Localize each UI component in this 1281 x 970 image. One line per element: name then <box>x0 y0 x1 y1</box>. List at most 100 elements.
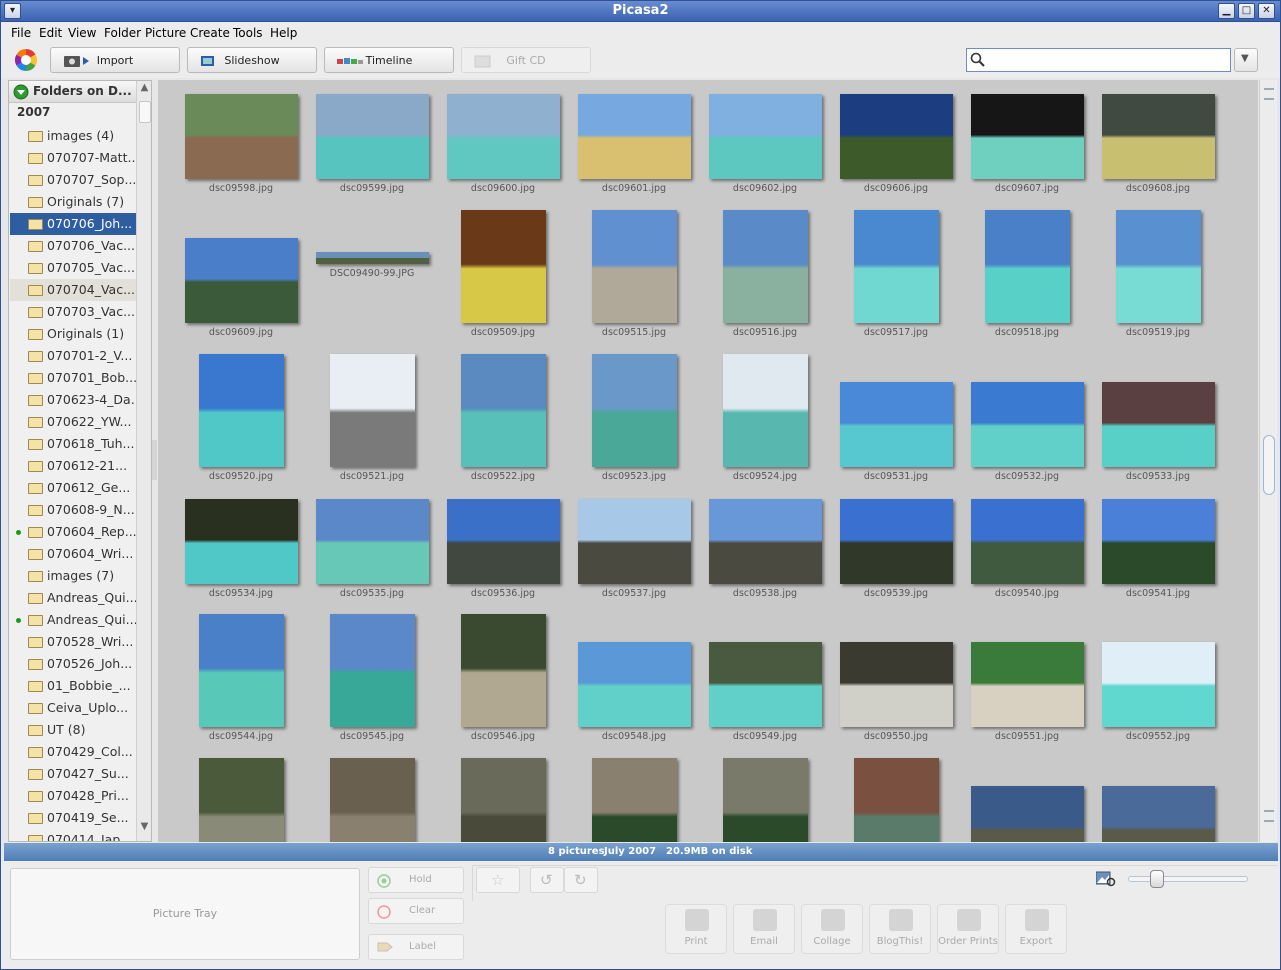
photo-image[interactable] <box>446 94 560 179</box>
menu-folder[interactable]: Folder <box>104 26 141 40</box>
sidebar-folder-item[interactable]: Originals (1) <box>10 323 136 345</box>
sidebar-folder-item[interactable]: 070623-4_Da... <box>10 389 136 411</box>
import-button[interactable]: Import <box>50 47 180 73</box>
search-box[interactable] <box>966 48 1231 72</box>
sidebar-folder-item[interactable]: 01_Bobbie_... <box>10 675 136 697</box>
photo-image[interactable] <box>970 382 1084 467</box>
scroll-top-icon[interactable] <box>1264 88 1274 100</box>
sidebar-folder-item[interactable]: 070414_Jap... <box>10 829 136 841</box>
folders-header[interactable]: Folders on D... <box>9 81 136 103</box>
photo-image[interactable] <box>591 758 677 842</box>
sidebar-folder-item[interactable]: 070701_Bob... <box>10 367 136 389</box>
photo-image[interactable] <box>315 499 429 584</box>
photo-image[interactable] <box>591 210 677 323</box>
sidebar-folder-item[interactable]: 070618_Tuh... <box>10 433 136 455</box>
maximize-button[interactable]: □ <box>1238 3 1255 19</box>
sidebar-folder-item[interactable]: 070707-Matt... <box>10 147 136 169</box>
photo-image[interactable] <box>184 499 298 584</box>
photo-image[interactable] <box>970 94 1084 179</box>
photo-image[interactable] <box>708 499 822 584</box>
photo-image[interactable] <box>184 238 298 323</box>
email-button[interactable]: Email <box>733 904 795 954</box>
export-button[interactable]: Export <box>1005 904 1067 954</box>
photo-image[interactable] <box>577 642 691 727</box>
zoom-icon[interactable] <box>1095 871 1116 887</box>
scroll-down-icon[interactable]: ▼ <box>138 821 151 837</box>
photo-image[interactable] <box>329 614 415 727</box>
sidebar-folder-item[interactable]: images (7) <box>10 565 136 587</box>
sidebar-folder-item[interactable]: 070608-9_N... <box>10 499 136 521</box>
sidebar-folder-item[interactable]: 070706_Vac... <box>10 235 136 257</box>
rotate-right-button[interactable]: ↻ <box>564 867 598 893</box>
photo-image[interactable] <box>184 94 298 179</box>
grid-scroll-thumb[interactable] <box>1263 435 1275 495</box>
sidebar-folder-item[interactable]: 070429_Col... <box>10 741 136 763</box>
search-options-button[interactable]: ▼ <box>1234 48 1258 72</box>
menu-help[interactable]: Help <box>270 26 297 40</box>
sidebar-scrollbar[interactable]: ▲ ▼ <box>136 81 151 841</box>
photo-image[interactable] <box>1101 382 1215 467</box>
hold-button[interactable]: Hold <box>368 867 464 893</box>
search-input[interactable] <box>989 51 1227 69</box>
sidebar-folder-item[interactable]: 070612-21... <box>10 455 136 477</box>
photo-image[interactable] <box>1115 210 1201 323</box>
photo-image[interactable] <box>198 354 284 467</box>
photo-image[interactable] <box>839 382 953 467</box>
sidebar-folder-item[interactable]: UT (8) <box>10 719 136 741</box>
menu-tools[interactable]: Tools <box>233 26 263 40</box>
sidebar-folder-item[interactable]: 070526_Joh... <box>10 653 136 675</box>
photo-image[interactable] <box>591 354 677 467</box>
photo-image[interactable] <box>577 94 691 179</box>
photo-image[interactable] <box>970 642 1084 727</box>
sidebar-folder-item[interactable]: 070528_Wri... <box>10 631 136 653</box>
photo-image[interactable] <box>839 499 953 584</box>
sidebar-folder-item[interactable]: 070706_Joh... <box>10 213 136 235</box>
label-button[interactable]: Label <box>368 934 464 960</box>
photo-image[interactable] <box>198 614 284 727</box>
sidebar-scroll-thumb[interactable] <box>139 101 151 123</box>
photo-image[interactable] <box>446 499 560 584</box>
sidebar-folder-item[interactable]: 070701-2_V... <box>10 345 136 367</box>
sidebar-folder-item[interactable]: 070604_Rep... <box>10 521 136 543</box>
photo-image[interactable] <box>853 210 939 323</box>
zoom-slider-thumb[interactable] <box>1150 870 1164 888</box>
sidebar-folder-item[interactable]: 070612_Ge... <box>10 477 136 499</box>
sidebar-folder-item[interactable]: Andreas_Qui... <box>10 587 136 609</box>
photo-image[interactable] <box>460 210 546 323</box>
sidebar-folder-item[interactable]: Originals (7) <box>10 191 136 213</box>
sidebar-folder-item[interactable]: 070419_Se... <box>10 807 136 829</box>
sidebar-folder-item[interactable]: Ceiva_Uplo... <box>10 697 136 719</box>
close-button[interactable]: ✕ <box>1258 3 1275 19</box>
photo-image[interactable] <box>577 499 691 584</box>
photo-image[interactable] <box>722 758 808 842</box>
print-button[interactable]: Print <box>665 904 727 954</box>
photo-image[interactable] <box>315 252 429 264</box>
scroll-bottom-icon[interactable] <box>1264 810 1274 822</box>
scroll-up-icon[interactable]: ▲ <box>138 82 151 98</box>
photo-image[interactable] <box>1101 499 1215 584</box>
photo-image[interactable] <box>329 758 415 842</box>
sidebar-folder-item[interactable]: 070704_Vac... <box>10 279 136 301</box>
sidebar-folder-item[interactable]: Andreas_Qui... <box>10 609 136 631</box>
slideshow-button[interactable]: Slideshow <box>187 47 317 73</box>
photo-image[interactable] <box>329 354 415 467</box>
sidebar-folder-item[interactable]: 070703_Vac... <box>10 301 136 323</box>
photo-image[interactable] <box>970 786 1084 842</box>
gift-cd-button[interactable]: Gift CD <box>461 47 591 73</box>
photo-image[interactable] <box>970 499 1084 584</box>
photo-image[interactable] <box>984 210 1070 323</box>
photo-image[interactable] <box>460 758 546 842</box>
photo-image[interactable] <box>1101 786 1215 842</box>
photo-image[interactable] <box>853 758 939 842</box>
photo-image[interactable] <box>460 354 546 467</box>
photo-image[interactable] <box>315 94 429 179</box>
photo-image[interactable] <box>722 210 808 323</box>
menu-create[interactable]: Create <box>190 26 230 40</box>
zoom-slider[interactable] <box>1128 870 1248 888</box>
star-button[interactable]: ☆ <box>476 867 520 893</box>
photo-image[interactable] <box>198 758 284 842</box>
photo-image[interactable] <box>1101 642 1215 727</box>
sidebar-folder-item[interactable]: images (4) <box>10 125 136 147</box>
rotate-left-button[interactable]: ↺ <box>530 867 564 893</box>
picture-tray[interactable]: Picture Tray <box>10 868 360 960</box>
